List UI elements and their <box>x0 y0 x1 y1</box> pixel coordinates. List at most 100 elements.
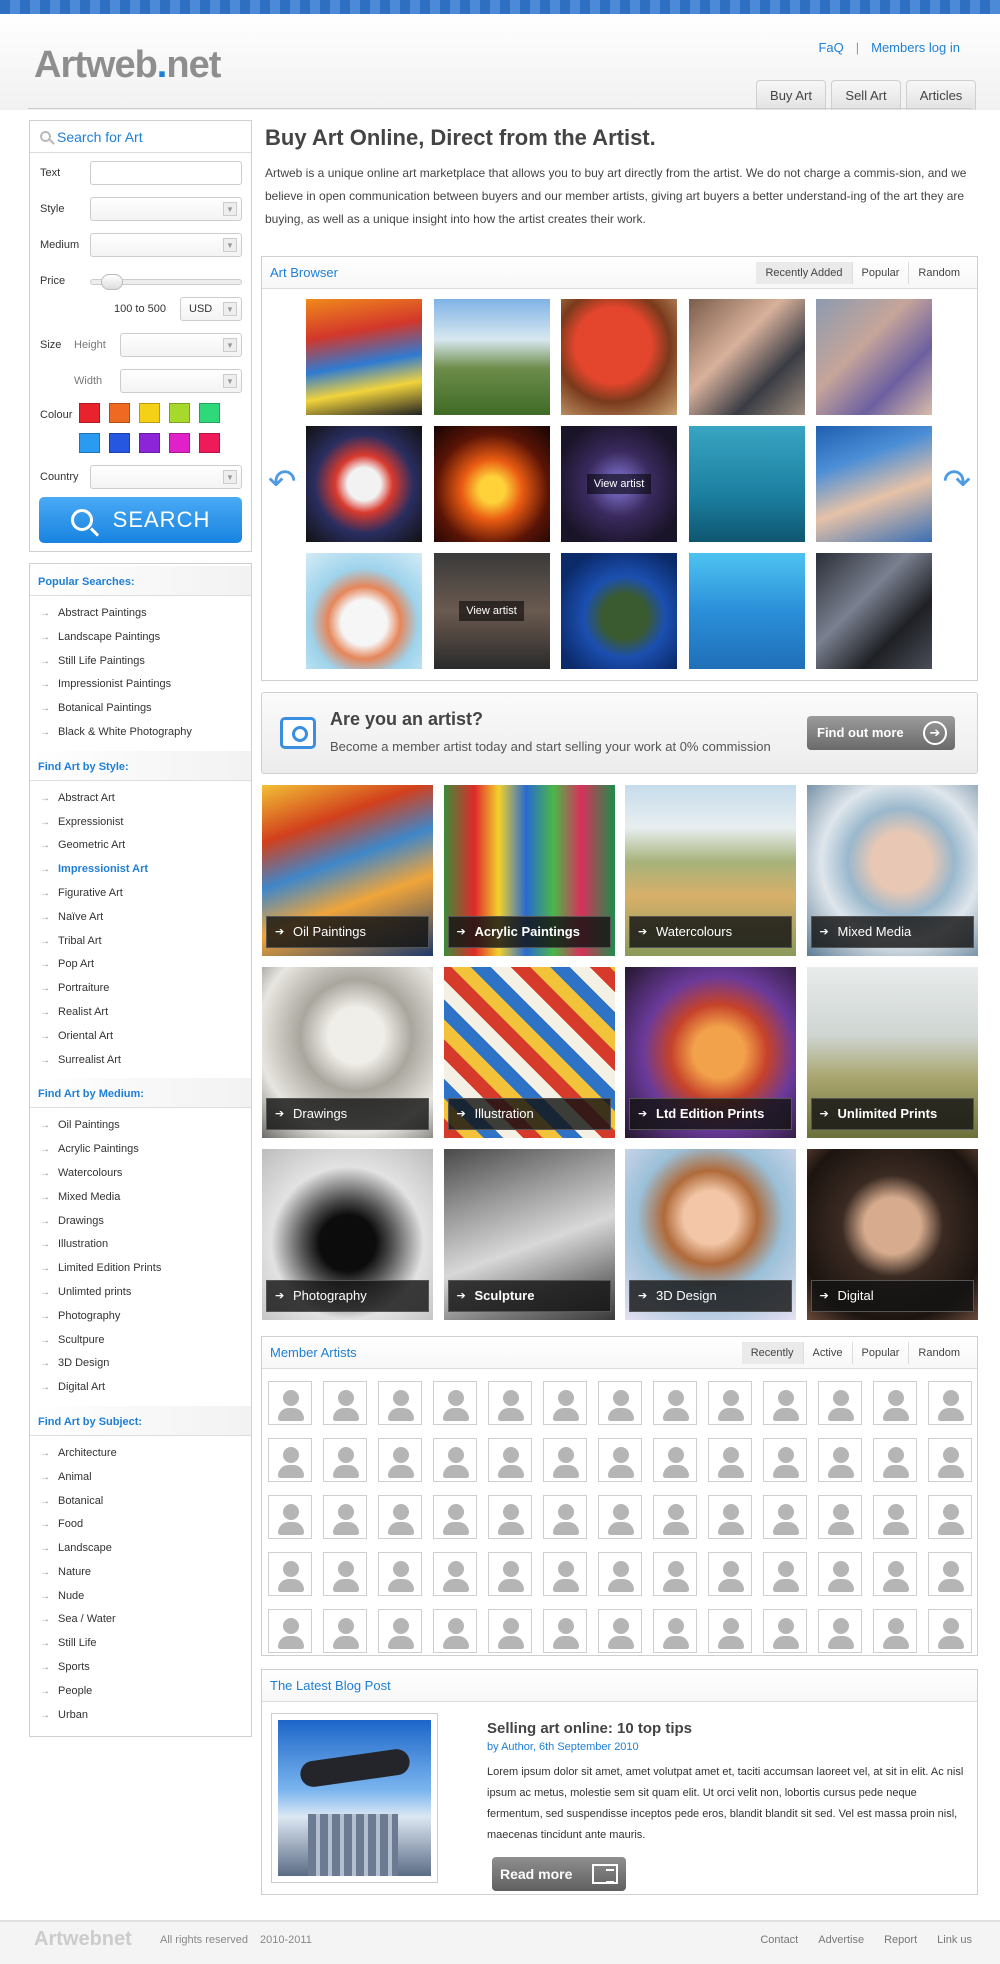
category-link-abstract-paintings[interactable]: Abstract Paintings <box>30 602 251 626</box>
price-slider[interactable] <box>90 274 242 290</box>
tab-buy-art[interactable]: Buy Art <box>756 80 826 110</box>
art-thumbnail[interactable] <box>306 553 422 669</box>
colour-swatch[interactable] <box>109 403 130 423</box>
member-avatar[interactable] <box>653 1552 697 1596</box>
category-link-botanical[interactable]: Botanical <box>30 1490 251 1514</box>
category-link-pop-art[interactable]: Pop Art <box>30 953 251 977</box>
category-link-black-white-photography[interactable]: Black & White Photography <box>30 721 251 745</box>
member-avatar[interactable] <box>433 1438 477 1482</box>
member-avatar[interactable] <box>763 1438 807 1482</box>
footer-link-link-us[interactable]: Link us <box>937 1934 972 1946</box>
member-avatar[interactable] <box>763 1552 807 1596</box>
category-link-expressionist[interactable]: Expressionist <box>30 811 251 835</box>
category-link-3d-design[interactable]: 3D Design <box>30 1352 251 1376</box>
category-link-drawings[interactable]: Drawings <box>30 1210 251 1234</box>
colour-swatch[interactable] <box>79 403 100 423</box>
member-avatar[interactable] <box>433 1495 477 1539</box>
member-avatar[interactable] <box>268 1381 312 1425</box>
member-avatar[interactable] <box>818 1609 862 1653</box>
member-avatar[interactable] <box>543 1495 587 1539</box>
member-avatar[interactable] <box>873 1438 917 1482</box>
search-button[interactable]: SEARCH <box>39 497 242 543</box>
member-avatar[interactable] <box>543 1609 587 1653</box>
member-avatar[interactable] <box>268 1438 312 1482</box>
category-tile-mixed-media[interactable]: Mixed Media <box>806 785 978 956</box>
art-thumbnail[interactable] <box>688 553 805 669</box>
category-link-mixed-media[interactable]: Mixed Media <box>30 1186 251 1210</box>
category-link-urban[interactable]: Urban <box>30 1704 251 1728</box>
art-thumbnail[interactable] <box>433 426 550 542</box>
member-avatar[interactable] <box>818 1495 862 1539</box>
member-avatar[interactable] <box>928 1381 972 1425</box>
category-link-food[interactable]: Food <box>30 1513 251 1537</box>
art-thumbnail[interactable] <box>306 299 422 415</box>
member-avatar[interactable] <box>598 1495 642 1539</box>
art-thumbnail[interactable]: View artist <box>561 426 677 542</box>
art-thumbnail[interactable] <box>816 299 932 415</box>
member-avatar[interactable] <box>323 1495 367 1539</box>
height-select[interactable]: ▼ <box>120 333 242 357</box>
category-link-sports[interactable]: Sports <box>30 1656 251 1680</box>
category-link-abstract-art[interactable]: Abstract Art <box>30 787 251 811</box>
colour-swatch[interactable] <box>199 403 220 423</box>
member-avatar[interactable] <box>763 1381 807 1425</box>
category-link-landscape[interactable]: Landscape <box>30 1537 251 1561</box>
slider-handle[interactable] <box>101 274 123 290</box>
category-link-portraiture[interactable]: Portraiture <box>30 977 251 1001</box>
member-avatar[interactable] <box>818 1552 862 1596</box>
category-link-people[interactable]: People <box>30 1680 251 1704</box>
art-thumbnail[interactable] <box>688 299 805 415</box>
members-tab-recently[interactable]: Recently <box>741 1341 803 1364</box>
member-avatar[interactable] <box>268 1609 312 1653</box>
member-avatar[interactable] <box>378 1609 422 1653</box>
member-avatar[interactable] <box>928 1609 972 1653</box>
category-tile-watercolours[interactable]: Watercolours <box>625 785 796 956</box>
faq-link[interactable]: FaQ <box>818 40 843 55</box>
category-link-unlimted-prints[interactable]: Unlimted prints <box>30 1281 251 1305</box>
category-tile-digital[interactable]: Digital <box>806 1149 978 1320</box>
category-link-figurative-art[interactable]: Figurative Art <box>30 882 251 906</box>
find-out-more-button[interactable]: Find out more ➔ <box>807 716 955 750</box>
category-link-botanical-paintings[interactable]: Botanical Paintings <box>30 697 251 721</box>
browser-tab-random[interactable]: Random <box>908 261 969 284</box>
colour-swatch[interactable] <box>169 403 190 423</box>
tab-articles[interactable]: Articles <box>906 80 976 110</box>
category-link-landscape-paintings[interactable]: Landscape Paintings <box>30 626 251 650</box>
member-avatar[interactable] <box>268 1552 312 1596</box>
colour-swatch[interactable] <box>139 403 160 423</box>
members-tab-random[interactable]: Random <box>908 1341 969 1364</box>
member-avatar[interactable] <box>598 1381 642 1425</box>
art-thumbnail[interactable] <box>816 426 932 542</box>
category-link-digital-art[interactable]: Digital Art <box>30 1376 251 1400</box>
member-avatar[interactable] <box>873 1609 917 1653</box>
category-link-tribal-art[interactable]: Tribal Art <box>30 930 251 954</box>
category-link-acrylic-paintings[interactable]: Acrylic Paintings <box>30 1138 251 1162</box>
colour-swatch[interactable] <box>199 433 220 453</box>
art-thumbnail[interactable] <box>816 553 932 669</box>
member-avatar[interactable] <box>323 1438 367 1482</box>
member-avatar[interactable] <box>653 1438 697 1482</box>
art-thumbnail[interactable] <box>688 426 805 542</box>
member-avatar[interactable] <box>433 1381 477 1425</box>
category-tile-ltd-edition-prints[interactable]: Ltd Edition Prints <box>625 967 796 1138</box>
member-avatar[interactable] <box>268 1495 312 1539</box>
member-avatar[interactable] <box>928 1438 972 1482</box>
category-link-nature[interactable]: Nature <box>30 1561 251 1585</box>
category-link-na-ve-art[interactable]: Naïve Art <box>30 906 251 930</box>
category-link-still-life-paintings[interactable]: Still Life Paintings <box>30 650 251 674</box>
category-tile-sculpture[interactable]: Sculpture <box>443 1149 615 1320</box>
colour-swatch[interactable] <box>109 433 130 453</box>
members-tab-active[interactable]: Active <box>802 1341 852 1364</box>
member-avatar[interactable] <box>873 1552 917 1596</box>
category-tile-illustration[interactable]: Illustration <box>443 967 615 1138</box>
colour-swatch[interactable] <box>139 433 160 453</box>
prev-arrow-icon[interactable]: ↶ <box>268 462 297 502</box>
category-tile-unlimited-prints[interactable]: Unlimited Prints <box>806 967 978 1138</box>
footer-logo[interactable]: Artwebnet <box>34 1928 132 1951</box>
member-avatar[interactable] <box>763 1609 807 1653</box>
view-artist-overlay[interactable]: View artist <box>459 601 524 621</box>
browser-tab-popular[interactable]: Popular <box>851 261 909 284</box>
member-avatar[interactable] <box>818 1381 862 1425</box>
view-artist-overlay[interactable]: View artist <box>586 474 652 494</box>
category-link-animal[interactable]: Animal <box>30 1466 251 1490</box>
